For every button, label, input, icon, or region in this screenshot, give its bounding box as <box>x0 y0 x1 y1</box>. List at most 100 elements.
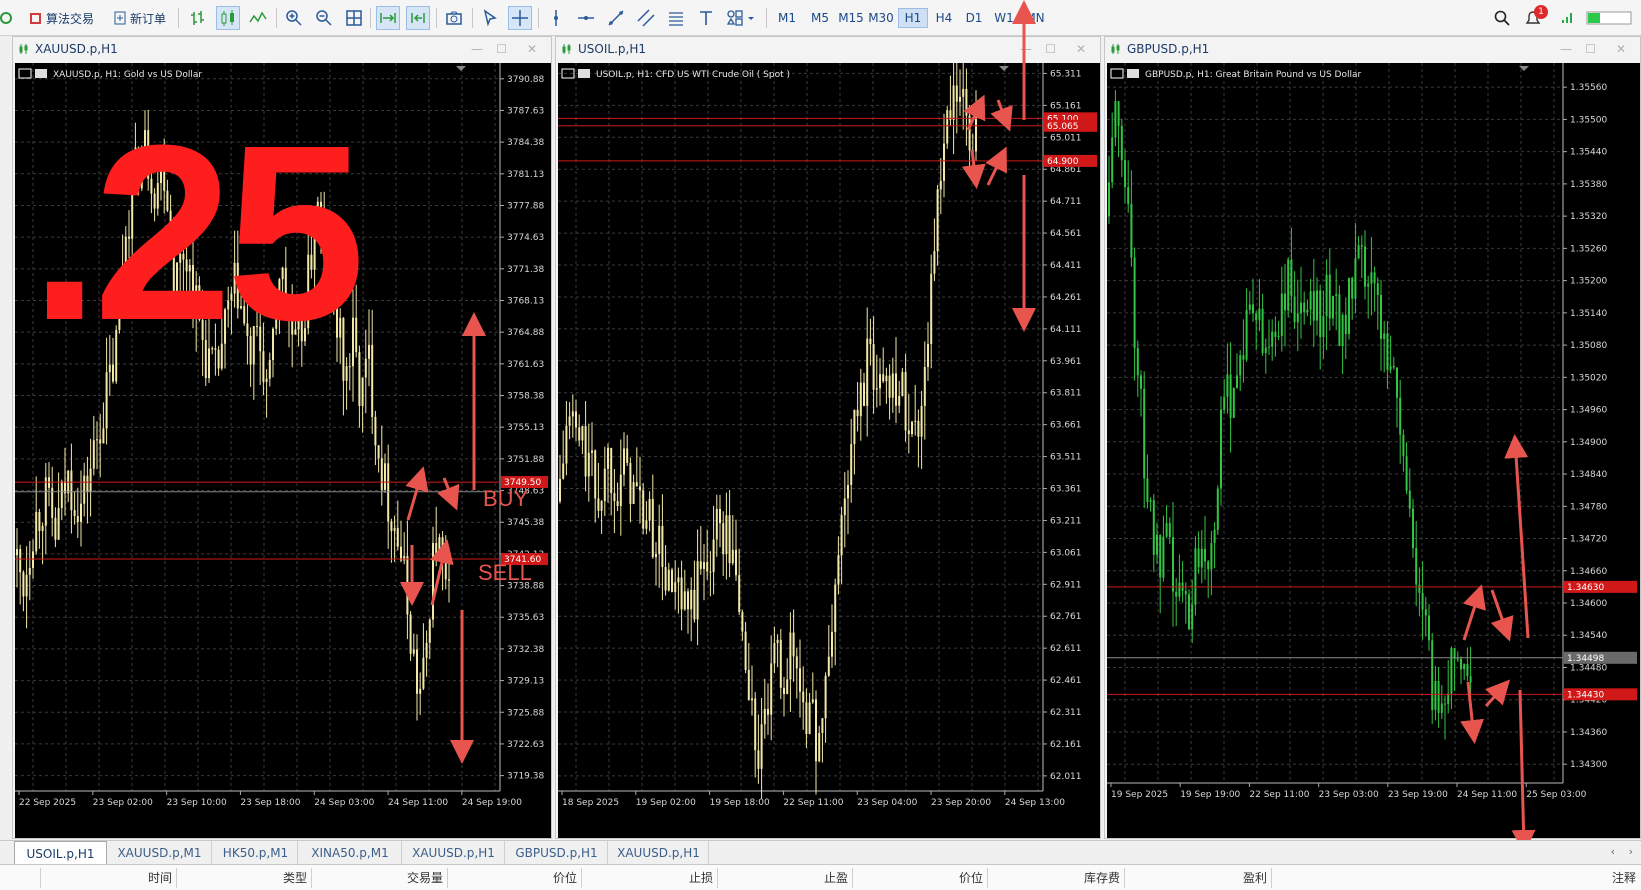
tab-scroll-right-icon[interactable]: › <box>1629 845 1633 858</box>
tile-windows-icon[interactable] <box>342 6 366 30</box>
candle-body <box>1149 500 1152 502</box>
chart-window-usoil[interactable]: USOIL.p,H1 — ☐ ✕ 65.311 65.161 65.011 64.86… <box>555 36 1101 839</box>
minimize-icon[interactable]: — <box>471 42 483 56</box>
candlestick-icon[interactable] <box>216 6 240 30</box>
bar-chart-icon[interactable] <box>186 6 210 30</box>
price-chart-gbpusd[interactable]: 1.35560 1.35500 1.35440 1.35380 1.35320 1.352… <box>1107 63 1640 838</box>
timeframe-w1[interactable]: W1 <box>989 8 1019 28</box>
column-divider[interactable] <box>447 868 448 888</box>
candle-body <box>1268 346 1270 348</box>
candle-body <box>821 718 824 733</box>
column-header[interactable]: 价位 <box>903 869 983 886</box>
screenshot-icon[interactable] <box>442 6 466 30</box>
price-chart-usoil[interactable]: 65.311 65.161 65.011 64.861 64.711 64.561 64.4… <box>558 63 1100 838</box>
tab-scroll-left-icon[interactable]: ‹ <box>1611 845 1615 858</box>
horizontal-line-icon[interactable] <box>574 6 598 30</box>
chart-shift-icon[interactable] <box>406 6 430 30</box>
column-divider[interactable] <box>581 868 582 888</box>
candle-body <box>1210 543 1213 570</box>
candle-body <box>1450 648 1453 694</box>
price-label: 63.811 <box>1050 389 1082 399</box>
window-titlebar[interactable]: USOIL.p,H1 — ☐ ✕ <box>556 37 1100 61</box>
window-titlebar[interactable]: GBPUSD.p,H1 — ☐ ✕ <box>1105 37 1640 61</box>
vertical-line-icon[interactable] <box>544 6 568 30</box>
trendline-icon[interactable] <box>604 6 628 30</box>
chart-tab[interactable]: GBPUSD.p,H1 <box>506 841 608 865</box>
timeframe-mn[interactable]: MN <box>1020 8 1050 28</box>
notifications-icon[interactable]: 1 <box>1520 5 1548 30</box>
fibonacci-icon[interactable] <box>664 6 688 30</box>
candle-body <box>1344 314 1347 335</box>
candle-body <box>1373 272 1376 284</box>
search-icon[interactable] <box>1490 6 1514 30</box>
signal-strength-icon[interactable] <box>1558 6 1578 30</box>
text-tool-icon[interactable] <box>694 6 718 30</box>
candle-body <box>1124 160 1126 188</box>
column-divider[interactable] <box>717 868 718 888</box>
shapes-dropdown-icon[interactable] <box>724 6 758 30</box>
minimize-icon[interactable]: — <box>1560 42 1572 56</box>
timeframe-h4[interactable]: H4 <box>929 8 959 28</box>
column-header[interactable]: 交易量 <box>363 869 443 886</box>
close-icon[interactable]: ✕ <box>1076 42 1086 56</box>
channel-icon[interactable] <box>634 6 658 30</box>
column-header[interactable]: 注释 <box>1556 869 1636 886</box>
column-header[interactable]: 价位 <box>497 869 577 886</box>
candle-body <box>747 669 750 701</box>
chart-tab[interactable]: XINA50.p,M1 <box>299 841 402 865</box>
timeframe-d1[interactable]: D1 <box>959 8 989 28</box>
candle-body <box>856 409 859 417</box>
timeframe-m30[interactable]: M30 <box>866 8 896 28</box>
candle-body <box>869 338 872 345</box>
time-label: 22 Sep 11:00 <box>783 798 843 808</box>
timeframe-m5[interactable]: M5 <box>805 8 835 28</box>
auto-scroll-icon[interactable] <box>376 6 400 30</box>
candle-body <box>808 702 811 735</box>
minimize-icon[interactable]: — <box>1020 42 1032 56</box>
market-depth-icon <box>1127 69 1139 78</box>
column-divider[interactable] <box>176 868 177 888</box>
candle-body <box>1117 101 1120 126</box>
connection-status-icon[interactable] <box>1584 6 1634 30</box>
timeframe-m15[interactable]: M15 <box>836 8 866 28</box>
candle-body <box>92 440 95 469</box>
chart-tab[interactable]: USOIL.p,H1 <box>14 841 107 865</box>
column-divider[interactable] <box>1271 868 1272 888</box>
candle-body <box>1204 548 1206 562</box>
column-header[interactable]: 止损 <box>633 869 713 886</box>
chart-tab[interactable]: XAUUSD.p,H1 <box>403 841 505 865</box>
window-titlebar[interactable]: XAUUSD.p,H1 — ☐ ✕ <box>13 37 551 61</box>
column-divider[interactable] <box>987 868 988 888</box>
chart-tab[interactable]: HK50.p,M1 <box>214 841 298 865</box>
line-chart-icon[interactable] <box>246 6 270 30</box>
maximize-icon[interactable]: ☐ <box>496 42 507 56</box>
column-header[interactable]: 库存费 <box>1040 869 1120 886</box>
close-icon[interactable]: ✕ <box>1616 42 1626 56</box>
timeframe-h1[interactable]: H1 <box>898 8 928 28</box>
close-icon[interactable]: ✕ <box>527 42 537 56</box>
timeframe-m1[interactable]: M1 <box>772 8 802 28</box>
column-header[interactable]: 盈利 <box>1187 869 1267 886</box>
algo-trading-button[interactable]: 算法交易 <box>24 6 100 30</box>
chart-tab[interactable]: XAUUSD.p,H1 <box>609 841 709 865</box>
column-header[interactable]: 类型 <box>227 869 307 886</box>
column-header[interactable]: 止盈 <box>768 869 848 886</box>
zoom-out-icon[interactable] <box>312 6 336 30</box>
chart-window-gbpusd[interactable]: GBPUSD.p,H1 — ☐ ✕ 1.35560 1.35500 1.35440 1… <box>1104 36 1641 839</box>
toolbar-separator <box>370 8 371 28</box>
cursor-icon[interactable] <box>478 6 502 30</box>
toolbar-edge-icon[interactable] <box>0 6 12 30</box>
new-order-button[interactable]: 新订单 <box>110 6 170 30</box>
maximize-icon[interactable]: ☐ <box>1045 42 1056 56</box>
column-divider[interactable] <box>1124 868 1125 888</box>
maximize-icon[interactable]: ☐ <box>1585 42 1596 56</box>
chart-tab[interactable]: XAUUSD.p,M1 <box>108 841 212 865</box>
column-divider[interactable] <box>852 868 853 888</box>
candle-body <box>853 409 856 445</box>
column-header[interactable]: 时间 <box>92 869 172 886</box>
column-divider[interactable] <box>40 868 41 888</box>
zoom-in-icon[interactable] <box>282 6 306 30</box>
crosshair-icon[interactable] <box>508 6 532 30</box>
price-label: 3729.13 <box>507 677 544 687</box>
column-divider[interactable] <box>311 868 312 888</box>
